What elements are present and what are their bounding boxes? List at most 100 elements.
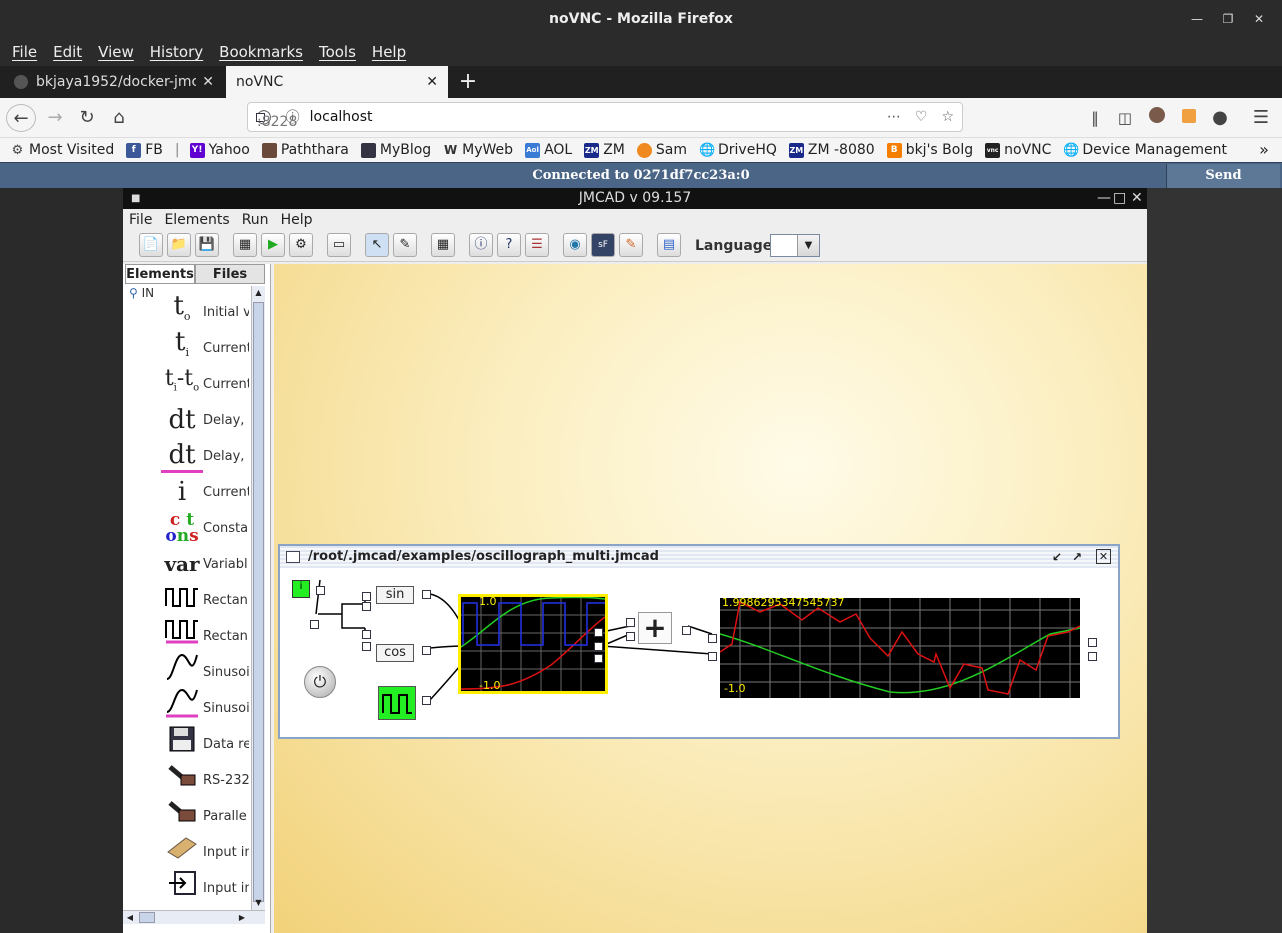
debug-icon[interactable]: ⚙: [289, 233, 313, 257]
menu-edit[interactable]: Edit: [45, 43, 90, 61]
bookmark-drivehq[interactable]: 🌐 DriveHQ: [699, 142, 777, 158]
page-actions-icon[interactable]: ⋯: [887, 109, 901, 125]
home-button[interactable]: ⌂: [104, 104, 134, 132]
bookmark-paththara[interactable]: Paththara: [261, 142, 349, 158]
oscilloscope-2[interactable]: 1.9986295347545737 -1.0: [719, 596, 1081, 698]
scroll-right-icon[interactable]: ▶: [235, 911, 249, 924]
hamburger-menu-icon[interactable]: ☰: [1246, 104, 1276, 132]
new-tab-button[interactable]: +: [456, 66, 480, 98]
vertical-scrollbar[interactable]: ▲ ▼: [251, 286, 265, 910]
tab-github[interactable]: bkjaya1952/docker-jmca ✕: [4, 66, 224, 98]
port[interactable]: [708, 634, 717, 643]
port[interactable]: [1088, 638, 1097, 647]
app-menu-run[interactable]: Run: [236, 212, 275, 228]
port[interactable]: [362, 592, 371, 601]
help-icon[interactable]: ?: [497, 233, 521, 257]
close-icon[interactable]: ✕: [426, 74, 438, 90]
remote-desktop[interactable]: JMCAD v 09.157 ■ — □ ✕ File Elements Run…: [0, 188, 1282, 933]
eraser-icon[interactable]: ✎: [393, 233, 417, 257]
forward-button[interactable]: →: [40, 104, 70, 132]
port[interactable]: [422, 590, 431, 599]
bookmark-myweb[interactable]: W MyWeb: [443, 142, 513, 158]
cos-block[interactable]: cos: [376, 644, 414, 662]
bookmark-zm[interactable]: ZM ZM: [584, 142, 625, 158]
port[interactable]: [626, 632, 635, 641]
iconify-icon[interactable]: ↙: [1052, 546, 1062, 568]
close-icon[interactable]: ✕: [1131, 188, 1143, 209]
element-item[interactable]: Paralle: [123, 798, 251, 834]
close-window-button[interactable]: ✕: [1247, 0, 1271, 38]
bookmark-star-icon[interactable]: ☆: [941, 109, 954, 125]
scroll-left-icon[interactable]: ◀: [123, 911, 137, 924]
tab-files[interactable]: Files: [195, 264, 265, 284]
url-bar[interactable]: ◯ ⓘ localhost:8228 ⋯ ♡ ☆: [247, 102, 963, 132]
element-item[interactable]: Rectan: [123, 582, 251, 618]
bookmark-sam[interactable]: Sam: [636, 142, 687, 158]
port[interactable]: [310, 620, 319, 629]
more-bookmarks-icon[interactable]: »: [1252, 138, 1276, 162]
port[interactable]: [594, 628, 603, 637]
scroll-up-icon[interactable]: ▲: [252, 286, 265, 300]
element-item[interactable]: ti-to Current: [123, 366, 251, 402]
element-item[interactable]: c t ons Consta: [123, 510, 251, 546]
time-block[interactable]: i: [292, 580, 310, 598]
square-wave-block[interactable]: [378, 686, 416, 720]
port[interactable]: [1088, 652, 1097, 661]
tab-elements[interactable]: Elements: [125, 264, 195, 284]
bookmark-myblog[interactable]: MyBlog: [360, 142, 431, 158]
grid-icon[interactable]: ▦: [431, 233, 455, 257]
open-folder-icon[interactable]: 📁: [167, 233, 191, 257]
palette-icon[interactable]: ✎: [619, 233, 643, 257]
menu-file[interactable]: File: [4, 43, 45, 61]
port[interactable]: [708, 652, 717, 661]
sidebar-icon[interactable]: ◫: [1110, 104, 1140, 132]
element-item[interactable]: Input in: [123, 834, 251, 870]
port[interactable]: [594, 642, 603, 651]
language-select[interactable]: ▼: [770, 234, 820, 257]
maximize-icon[interactable]: ↗: [1072, 546, 1082, 568]
port[interactable]: [682, 626, 691, 635]
app-menu-help[interactable]: Help: [275, 212, 319, 228]
bookmark-fb[interactable]: f FB: [126, 142, 163, 158]
window-icon[interactable]: ▭: [327, 233, 351, 257]
library-icon[interactable]: ‖: [1080, 104, 1110, 132]
book-icon[interactable]: ☰: [525, 233, 549, 257]
restore-button[interactable]: ❐: [1216, 0, 1240, 38]
menu-help[interactable]: Help: [364, 43, 414, 61]
port[interactable]: [422, 696, 431, 705]
port[interactable]: [422, 646, 431, 655]
globe-icon[interactable]: ◉: [563, 233, 587, 257]
account-icon[interactable]: [1142, 104, 1172, 132]
element-item[interactable]: i Current: [123, 474, 251, 510]
horizontal-scrollbar[interactable]: ◀ ▶: [123, 910, 265, 924]
port[interactable]: [626, 618, 635, 627]
bookmark-device-management[interactable]: 🌐 Device Management: [1063, 142, 1227, 158]
menu-tools[interactable]: Tools: [311, 43, 364, 61]
port[interactable]: [362, 602, 371, 611]
pocket-icon[interactable]: ♡: [915, 109, 928, 125]
extension-icon-2[interactable]: ●: [1205, 104, 1235, 132]
power-icon[interactable]: ⏻: [304, 666, 336, 698]
menu-history[interactable]: History: [142, 43, 211, 61]
run-icon[interactable]: ▶: [261, 233, 285, 257]
element-item[interactable]: dt Delay, i: [123, 438, 251, 474]
window-menu-icon[interactable]: ■: [131, 188, 140, 209]
scroll-down-icon[interactable]: ▼: [252, 896, 265, 910]
close-icon[interactable]: ✕: [202, 74, 214, 90]
bookmark-zm-8080[interactable]: ZM ZM -8080: [788, 142, 875, 158]
menu-bookmarks[interactable]: Bookmarks: [211, 43, 311, 61]
scrollbar-thumb[interactable]: [253, 302, 264, 902]
element-item[interactable]: Sinusoi: [123, 653, 251, 690]
extension-icon[interactable]: [1174, 104, 1204, 132]
bookmark-most-visited[interactable]: ⚙ Most Visited: [10, 142, 115, 158]
element-item[interactable]: Data re: [123, 726, 251, 762]
pointer-icon[interactable]: ↖: [365, 233, 389, 257]
chart-icon[interactable]: ▤: [657, 233, 681, 257]
port[interactable]: [362, 630, 371, 639]
element-item[interactable]: Rectan: [123, 618, 251, 654]
bookmark-novnc[interactable]: vnc noVNC: [985, 142, 1051, 158]
element-item[interactable]: RS-232: [123, 762, 251, 798]
bookmark-aol[interactable]: Aol AOL: [525, 142, 572, 158]
bookmark-bkjs-bolg[interactable]: Bbkj's Bolg: [886, 142, 973, 158]
app-menu-file[interactable]: File: [123, 212, 158, 228]
